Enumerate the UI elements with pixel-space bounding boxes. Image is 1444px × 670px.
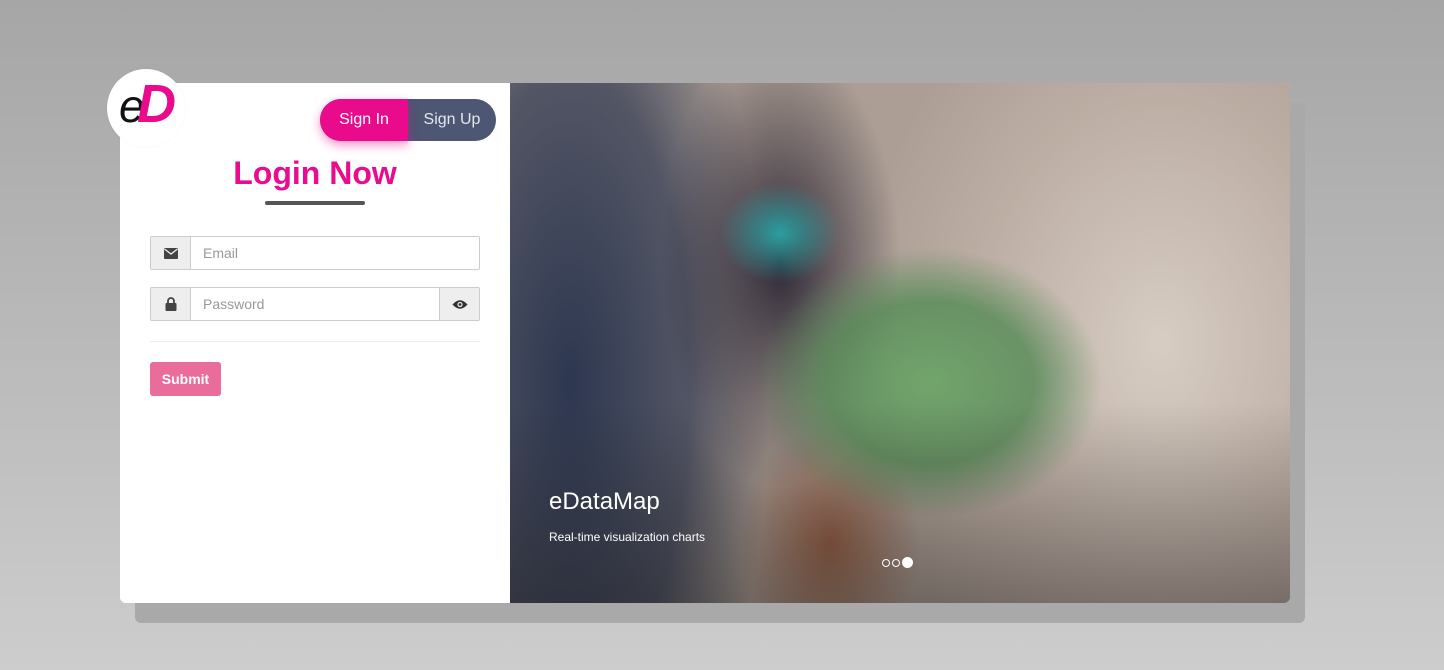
carousel-dot-2[interactable] (892, 558, 900, 567)
title-underline (265, 201, 365, 205)
carousel-indicators (882, 557, 913, 568)
carousel-dot-3[interactable] (902, 557, 913, 568)
auth-toggle: Sign In Sign Up (320, 99, 496, 141)
carousel-title: eDataMap (549, 488, 660, 515)
hero-image-carousel: eDataMap Real-time visualization charts (510, 83, 1290, 603)
carousel-subtitle: Real-time visualization charts (549, 530, 706, 544)
carousel-caption: eDataMap Real-time visualization charts (549, 488, 705, 544)
lock-icon (151, 288, 191, 320)
email-input[interactable] (191, 237, 479, 269)
form-divider (150, 341, 480, 342)
logo: e D (107, 69, 185, 147)
eye-icon[interactable] (439, 288, 479, 320)
email-field (150, 236, 480, 270)
password-field (150, 287, 480, 321)
carousel-dot-1[interactable] (882, 558, 890, 567)
sign-up-tab[interactable]: Sign Up (408, 99, 496, 141)
login-panel: Sign In Sign Up Login Now Submit (120, 83, 510, 603)
submit-button[interactable]: Submit (150, 362, 221, 396)
sign-in-tab[interactable]: Sign In (320, 99, 408, 141)
login-card: Sign In Sign Up Login Now Submit eDataMa… (120, 83, 1290, 603)
page-title: Login Now (233, 155, 397, 191)
logo-letter-d: D (137, 74, 176, 134)
envelope-icon (151, 237, 191, 269)
password-input[interactable] (191, 288, 439, 320)
